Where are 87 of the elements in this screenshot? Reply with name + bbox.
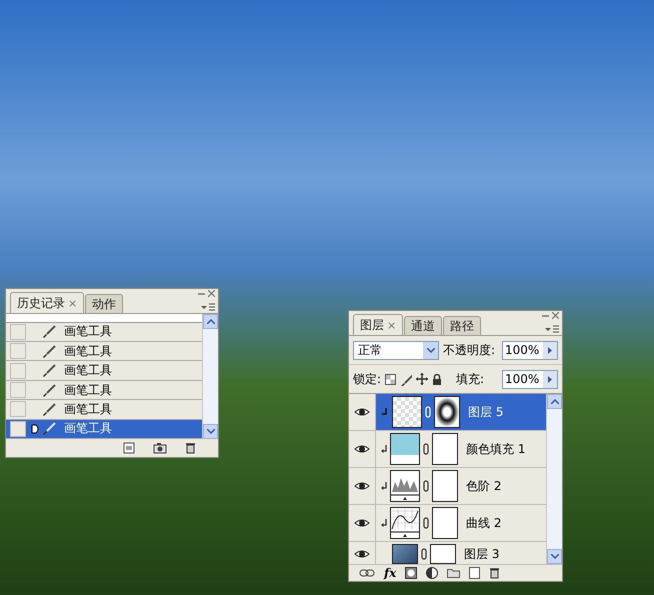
mask-thumbnail xyxy=(432,470,458,502)
lock-icon[interactable] xyxy=(432,374,442,384)
eye-icon[interactable] xyxy=(354,517,370,529)
layer-row[interactable]: 图层 5 xyxy=(349,394,546,431)
curves-thumbnail xyxy=(390,507,420,539)
link-icon xyxy=(423,443,429,455)
mask-thumbnail xyxy=(430,544,456,564)
link-icon xyxy=(423,517,429,529)
brush-icon xyxy=(42,402,56,417)
close-icon[interactable] xyxy=(552,312,559,319)
brush-icon xyxy=(42,421,56,436)
history-row[interactable]: 画笔工具 xyxy=(6,322,202,342)
layer-name: 图层 5 xyxy=(468,404,504,420)
snapshot-checkbox[interactable] xyxy=(10,382,26,398)
layer-thumbnail xyxy=(392,396,422,428)
scroll-down-icon[interactable] xyxy=(206,429,214,434)
eye-icon[interactable] xyxy=(354,548,370,560)
brush-icon xyxy=(42,363,56,378)
half-circle-icon[interactable] xyxy=(426,567,438,579)
scrollbar[interactable] xyxy=(546,394,562,564)
history-row[interactable]: 画笔工具 xyxy=(6,380,202,400)
layer-thumbnail xyxy=(390,433,420,465)
fill-field[interactable]: 100% xyxy=(502,370,558,388)
layer-row[interactable]: 色阶 2 xyxy=(349,468,546,505)
mask-thumbnail xyxy=(432,433,458,465)
panel-tab[interactable]: 动作 xyxy=(85,294,124,313)
mask-thumbnail xyxy=(432,507,458,539)
panel-menu-icon[interactable] xyxy=(201,303,215,311)
lock-label: 锁定: xyxy=(353,370,382,388)
brush-icon xyxy=(42,382,56,398)
new-document-icon[interactable] xyxy=(123,442,135,454)
eye-icon[interactable] xyxy=(354,443,370,455)
history-row[interactable]: 画笔工具 xyxy=(6,400,202,420)
snapshot-checkbox[interactable] xyxy=(10,343,26,360)
fx-button[interactable]: fx xyxy=(384,566,396,580)
camera-icon[interactable] xyxy=(153,442,167,454)
layer-thumbnail xyxy=(392,544,418,564)
layer-name: 颜色填充 1 xyxy=(466,440,526,458)
brush-icon xyxy=(42,344,56,359)
arrow-right-icon[interactable] xyxy=(548,346,552,354)
panel-tab[interactable]: 历史记录 × xyxy=(10,292,84,313)
opacity-label: 不透明度: xyxy=(443,342,496,358)
layer-row[interactable]: 颜色填充 1 xyxy=(349,431,546,468)
snapshot-checkbox[interactable] xyxy=(10,401,26,418)
link-icon xyxy=(425,406,431,418)
eye-icon[interactable] xyxy=(354,406,370,418)
scroll-down-icon[interactable] xyxy=(550,554,558,559)
link-icon[interactable] xyxy=(359,569,375,577)
snapshot-checkbox[interactable] xyxy=(10,362,26,379)
layer-name: 曲线 2 xyxy=(466,514,502,532)
brush-icon[interactable] xyxy=(400,372,412,386)
panel-tab[interactable]: 路径 xyxy=(443,316,482,335)
opacity-field[interactable]: 100% xyxy=(502,340,558,360)
layer-name: 图层 3 xyxy=(464,546,500,562)
history-row[interactable]: 画笔工具 xyxy=(6,361,202,381)
layer-name: 色阶 2 xyxy=(466,478,502,494)
scrollbar[interactable] xyxy=(202,314,218,439)
folder-icon[interactable] xyxy=(447,568,460,578)
eye-icon[interactable] xyxy=(354,480,370,492)
mask-icon[interactable] xyxy=(405,567,418,579)
panel-menu-icon[interactable] xyxy=(545,325,559,333)
layer-row[interactable]: 图层 3 xyxy=(349,542,546,564)
snapshot-checkbox[interactable] xyxy=(10,324,26,340)
levels-thumbnail xyxy=(390,470,420,502)
link-icon xyxy=(421,548,427,560)
panel-tab[interactable]: 通道 xyxy=(404,316,442,335)
arrow-right-icon[interactable] xyxy=(548,376,552,382)
history-row[interactable]: 画笔工具 xyxy=(6,342,202,362)
history-state-marker-icon[interactable] xyxy=(31,424,41,434)
snapshot-checkbox[interactable] xyxy=(10,420,26,437)
trash-icon[interactable] xyxy=(185,442,196,454)
checkerboard-icon[interactable] xyxy=(385,374,396,384)
caret-icon xyxy=(426,348,434,352)
mask-thumbnail xyxy=(434,396,460,428)
link-icon xyxy=(423,480,429,492)
layer-row[interactable]: 曲线 2 xyxy=(349,505,546,542)
trash-icon[interactable] xyxy=(489,567,500,579)
panel-tab[interactable]: 图层 × xyxy=(353,314,404,335)
brush-icon xyxy=(42,324,56,340)
history-row[interactable]: 画笔工具 xyxy=(6,420,202,439)
scroll-up-icon[interactable] xyxy=(550,399,558,404)
new-layer-icon[interactable] xyxy=(469,567,480,579)
blend-mode-dropdown[interactable]: 正常 xyxy=(353,340,439,360)
move-icon[interactable] xyxy=(416,373,428,385)
close-icon[interactable] xyxy=(208,290,215,297)
scroll-up-icon[interactable] xyxy=(206,319,214,324)
fill-label: 填充: xyxy=(456,370,484,388)
